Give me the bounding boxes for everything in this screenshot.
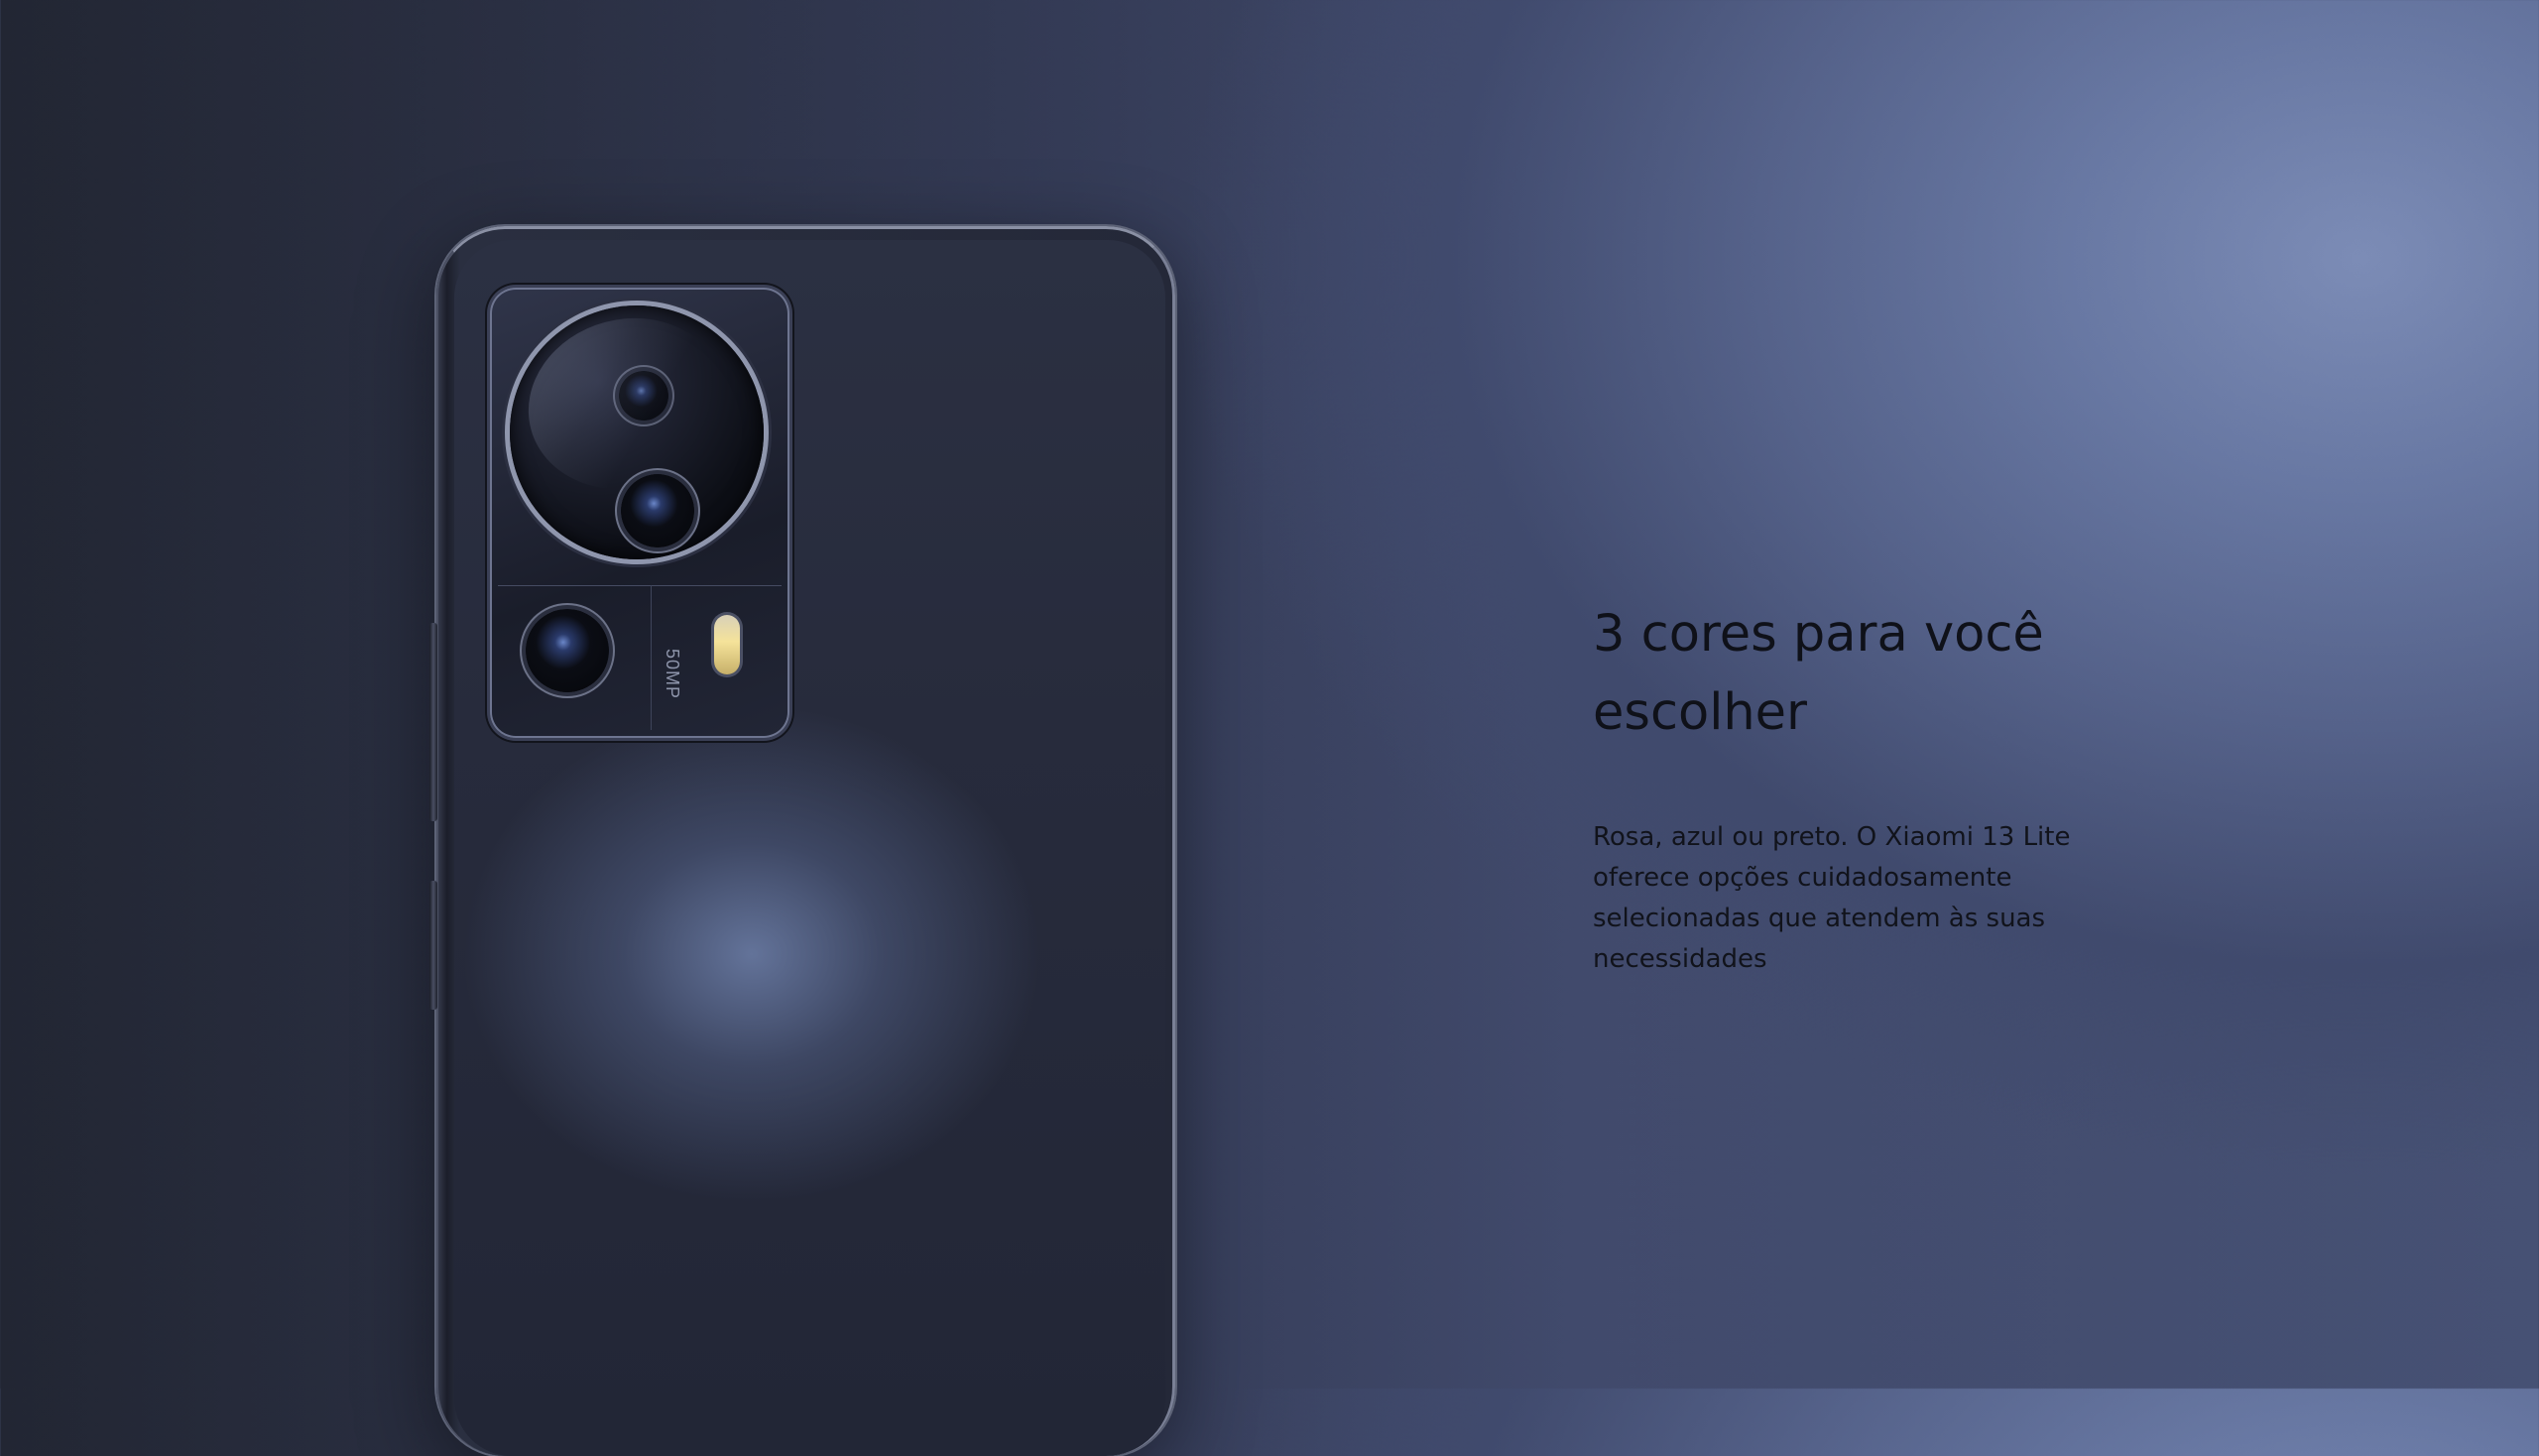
colors-section: 50MP 3 cores para você escolher Rosa, az… [0,0,2539,1456]
section-description: Rosa, azul ou preto. O Xiaomi 13 Lite of… [1593,822,2071,974]
macro-lens [526,609,609,692]
camera-megapixel-label: 50MP [663,649,682,700]
camera-divider [651,585,652,730]
main-lens [621,474,694,547]
camera-module: 50MP [490,288,789,738]
volume-button [429,623,437,821]
section-headline: 3 cores para você escolher [1593,605,2044,742]
main-camera-ring [510,305,764,559]
secondary-lens [619,371,668,421]
feature-copy: 3 cores para você escolher Rosa, azul ou… [1593,595,2128,980]
power-button [429,881,437,1010]
flash-icon [714,615,740,674]
camera-divider [498,585,782,586]
